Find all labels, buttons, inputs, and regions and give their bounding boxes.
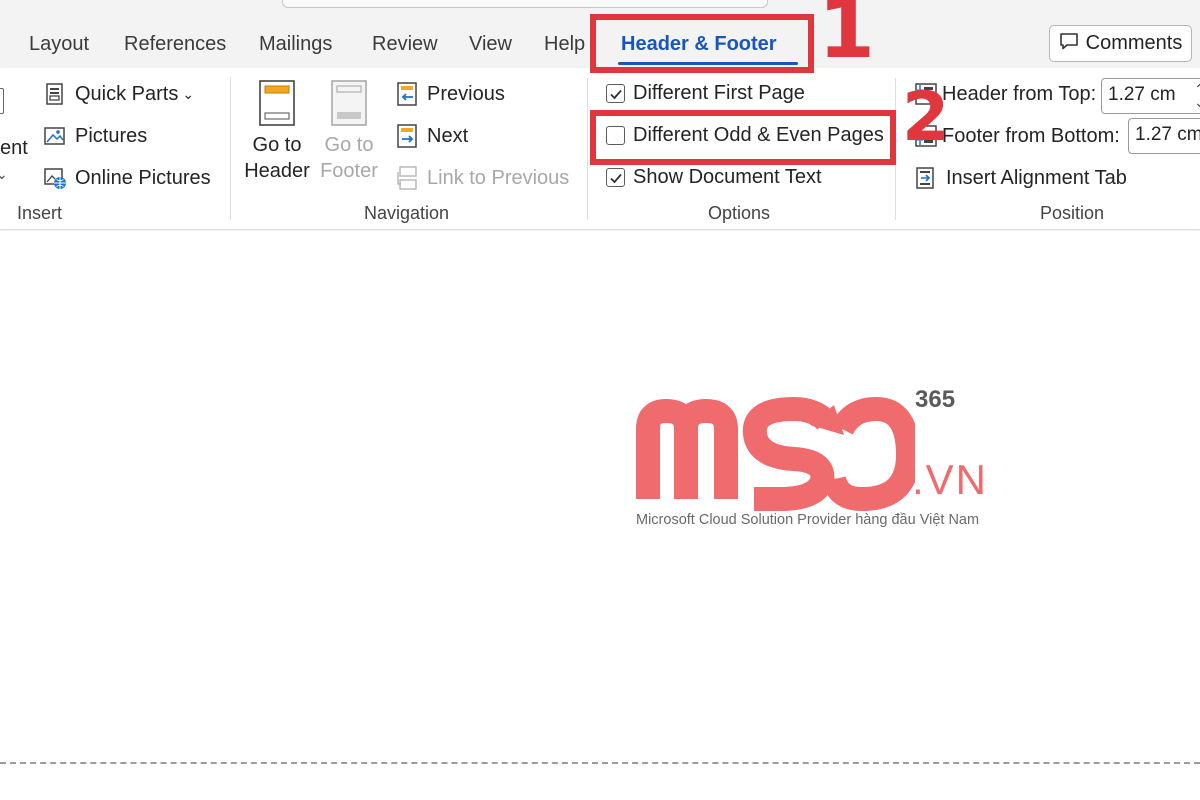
quick-parts-label: Quick Parts — [75, 82, 179, 105]
show-document-text-checkbox[interactable]: Show Document Text — [606, 166, 822, 189]
online-pictures-label: Online Pictures — [75, 166, 211, 189]
link-to-previous-label: Link to Previous — [427, 166, 570, 189]
go-to-header-line2: Header — [244, 160, 310, 182]
comments-label: Comments — [1085, 32, 1183, 54]
document-page[interactable] — [0, 231, 1200, 800]
go-to-footer-icon — [331, 80, 367, 126]
insert-alignment-tab-label: Insert Alignment Tab — [946, 166, 1127, 189]
checkmark-icon — [606, 84, 625, 103]
logo-domain: .VN — [912, 456, 989, 503]
show-document-text-label: Show Document Text — [633, 166, 822, 188]
previous-label: Previous — [427, 82, 505, 105]
tab-mailings[interactable]: Mailings — [259, 33, 332, 56]
tab-view[interactable]: View — [469, 33, 512, 56]
annotation-step-2: 2 — [902, 78, 950, 157]
go-to-footer-button[interactable]: Go to Footer — [316, 80, 382, 184]
go-to-header-icon — [259, 80, 295, 126]
pictures-button[interactable]: Pictures — [43, 124, 147, 148]
header-from-top-label: Header from Top: — [942, 82, 1097, 105]
annotation-highlight-tab — [590, 14, 814, 73]
footer-from-bottom-label: Footer from Bottom: — [942, 124, 1120, 147]
tab-layout[interactable]: Layout — [29, 33, 89, 56]
logo-365: 365 — [915, 386, 956, 413]
position-group-label: Position — [1040, 203, 1105, 223]
go-to-header-line1: Go to — [252, 134, 302, 156]
insert-group-label: Insert — [17, 203, 63, 223]
mso-logo: 365 .VN Microsoft Cloud Solution Provide… — [630, 385, 1002, 535]
next-button[interactable]: Next — [395, 124, 468, 148]
link-to-previous-icon — [395, 166, 419, 190]
annotation-step-1: 1 — [818, 0, 876, 77]
online-pictures-button[interactable]: Online Pictures — [43, 166, 211, 190]
different-first-page-checkbox[interactable]: Different First Page — [606, 82, 805, 105]
tab-review[interactable]: Review — [372, 33, 438, 56]
go-to-footer-line2: Footer — [320, 160, 378, 182]
online-pictures-icon — [43, 166, 67, 190]
go-to-footer-line1: Go to — [324, 134, 374, 156]
partial-icon — [0, 88, 4, 114]
previous-section-icon — [395, 82, 419, 106]
go-to-header-button[interactable]: Go to Header — [244, 80, 310, 184]
previous-button[interactable]: Previous — [395, 82, 505, 106]
annotation-highlight-checkbox — [590, 110, 896, 165]
partial-chevron-icon: ⌄ — [0, 166, 8, 182]
tab-references[interactable]: References — [124, 33, 226, 56]
pictures-label: Pictures — [75, 124, 148, 147]
spinner-arrows-icon[interactable]: ⌃⌄ — [1194, 82, 1200, 109]
pictures-icon — [43, 124, 67, 148]
search-box[interactable] — [282, 0, 768, 8]
different-first-page-label: Different First Page — [633, 82, 805, 104]
tab-help[interactable]: Help — [544, 33, 585, 56]
comments-button[interactable]: Comments — [1049, 25, 1192, 62]
logo-tagline: Microsoft Cloud Solution Provider hàng đ… — [636, 512, 980, 528]
alignment-tab-icon — [914, 166, 938, 190]
footer-from-bottom-value: 1.27 cm — [1135, 124, 1200, 145]
options-group-label: Options — [708, 203, 771, 223]
mso-logo-mark — [636, 397, 915, 511]
comment-icon — [1059, 31, 1079, 57]
quick-parts-button[interactable]: Quick Parts ⌄ — [43, 82, 194, 106]
header-from-top-input[interactable]: 1.27 cm ⌃⌄ — [1101, 78, 1200, 114]
group-divider — [230, 78, 231, 220]
next-section-icon — [395, 124, 419, 148]
checkmark-icon — [606, 168, 625, 187]
quick-parts-icon — [43, 82, 67, 106]
partial-button-label[interactable]: ent — [0, 137, 28, 160]
header-boundary-line — [0, 762, 1200, 764]
link-to-previous-button[interactable]: Link to Previous — [395, 166, 569, 190]
navigation-group-label: Navigation — [364, 203, 450, 223]
footer-from-bottom-input[interactable]: 1.27 cm — [1128, 118, 1200, 154]
insert-alignment-tab-button[interactable]: Insert Alignment Tab — [914, 166, 1127, 190]
group-divider — [587, 78, 588, 220]
next-label: Next — [427, 124, 469, 147]
chevron-down-icon: ⌄ — [182, 85, 195, 102]
header-from-top-value: 1.27 cm — [1108, 84, 1176, 105]
